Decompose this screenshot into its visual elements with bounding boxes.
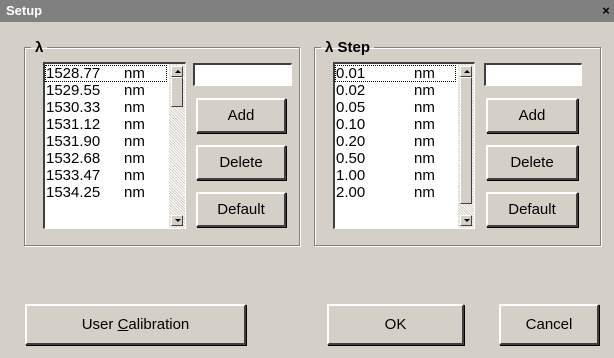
lambda-delete-button[interactable]: Delete <box>196 145 286 180</box>
lambda-default-button[interactable]: Default <box>196 192 286 227</box>
list-item-unit: nm <box>124 82 145 99</box>
step-scroll-thumb[interactable] <box>460 77 472 204</box>
lambda-scroll-thumb[interactable] <box>171 77 183 107</box>
list-item-value: 1531.90 <box>46 133 101 150</box>
list-item-unit: nm <box>414 167 435 184</box>
list-item-value: 1533.47 <box>46 167 101 184</box>
list-item-unit: nm <box>414 116 435 133</box>
list-item-value: 0.01 <box>336 65 366 82</box>
list-item[interactable]: 1534.25 nm <box>45 184 167 201</box>
list-item[interactable]: 1530.33 nm <box>45 99 167 116</box>
list-item[interactable]: 0.50 nm <box>335 150 456 167</box>
list-item[interactable]: 1531.12 nm <box>45 116 167 133</box>
list-item-value: 0.50 <box>336 150 366 167</box>
list-item-unit: nm <box>414 133 435 150</box>
lambda-input[interactable] <box>193 63 292 86</box>
list-item-value: 1.00 <box>336 167 366 184</box>
list-item-unit: nm <box>414 184 435 201</box>
scroll-up-icon[interactable] <box>171 66 183 77</box>
step-list-items: 0.01 nm 0.02 nm 0.05 nm 0.10 nm 0.20 nm 0.50 nm 1.00… <box>335 64 456 228</box>
step-default-button[interactable]: Default <box>486 192 578 227</box>
list-item[interactable]: 1528.77 nm <box>45 65 167 82</box>
list-item-value: 0.02 <box>336 82 366 99</box>
list-item-unit: nm <box>124 167 145 184</box>
list-item-value: 2.00 <box>336 184 366 201</box>
lambda-group-label: λ <box>35 39 44 56</box>
list-item-value: 1534.25 <box>46 184 101 201</box>
list-item-value: 1529.55 <box>46 82 101 99</box>
user-calibration-label: User Calibration <box>81 316 190 333</box>
scroll-up-icon[interactable] <box>460 66 472 77</box>
list-item-value: 0.10 <box>336 116 366 133</box>
list-item[interactable]: 0.20 nm <box>335 133 456 150</box>
step-delete-label: Delete <box>510 154 554 171</box>
list-item[interactable]: 1529.55 nm <box>45 82 167 99</box>
scroll-down-icon[interactable] <box>171 215 183 226</box>
step-add-button[interactable]: Add <box>486 98 578 133</box>
list-item[interactable]: 0.02 nm <box>335 82 456 99</box>
list-item[interactable]: 0.05 nm <box>335 99 456 116</box>
title-bar[interactable]: Setup × <box>0 0 614 22</box>
list-item-unit: nm <box>414 82 435 99</box>
window-title: Setup <box>6 3 43 18</box>
list-item-unit: nm <box>414 150 435 167</box>
list-item-unit: nm <box>124 99 145 116</box>
step-default-label: Default <box>508 201 556 218</box>
list-item-value: 1528.77 <box>46 65 101 82</box>
list-item-unit: nm <box>414 99 435 116</box>
list-item-unit: nm <box>124 65 145 82</box>
list-item-value: 1530.33 <box>46 99 101 116</box>
step-group-label: λ Step <box>325 39 371 56</box>
list-item[interactable]: 1532.68 nm <box>45 150 167 167</box>
list-item-unit: nm <box>414 65 435 82</box>
list-item-unit: nm <box>124 150 145 167</box>
user-calibration-button[interactable]: User Calibration <box>25 304 246 345</box>
lambda-add-button[interactable]: Add <box>196 98 286 133</box>
lambda-list-items: 1528.77 nm 1529.55 nm 1530.33 nm 1531.12 nm 1531… <box>45 64 167 228</box>
step-listbox[interactable]: 0.01 nm 0.02 nm 0.05 nm 0.10 nm 0.20 nm 0.50 nm 1.00… <box>333 62 475 229</box>
step-scrollbar[interactable] <box>458 64 474 228</box>
ok-label: OK <box>384 316 407 333</box>
list-item-unit: nm <box>124 184 145 201</box>
step-add-label: Add <box>518 107 546 124</box>
lambda-default-label: Default <box>217 201 265 218</box>
list-item[interactable]: 0.10 nm <box>335 116 456 133</box>
lambda-delete-label: Delete <box>219 154 263 171</box>
lambda-add-label: Add <box>227 107 255 124</box>
list-item-value: 1532.68 <box>46 150 101 167</box>
step-input[interactable] <box>484 63 582 86</box>
list-item-value: 1531.12 <box>46 116 101 133</box>
setup-dialog: Setup × λ 1528.77 nm 1529.55 nm 1530.33 nm 153… <box>0 0 614 358</box>
list-item[interactable]: 2.00 nm <box>335 184 456 201</box>
lambda-listbox[interactable]: 1528.77 nm 1529.55 nm 1530.33 nm 1531.12 nm 1531… <box>43 62 186 229</box>
list-item-unit: nm <box>124 133 145 150</box>
list-item[interactable]: 1531.90 nm <box>45 133 167 150</box>
list-item[interactable]: 1.00 nm <box>335 167 456 184</box>
list-item-unit: nm <box>124 116 145 133</box>
close-icon[interactable]: × <box>599 3 613 18</box>
list-item-value: 0.05 <box>336 99 366 116</box>
lambda-scrollbar[interactable] <box>169 64 185 228</box>
cancel-button[interactable]: Cancel <box>499 304 599 345</box>
list-item[interactable]: 1533.47 nm <box>45 167 167 184</box>
scroll-down-icon[interactable] <box>460 215 472 226</box>
list-item-value: 0.20 <box>336 133 366 150</box>
ok-button[interactable]: OK <box>327 304 464 345</box>
cancel-label: Cancel <box>525 316 573 333</box>
list-item[interactable]: 0.01 nm <box>335 65 456 82</box>
step-delete-button[interactable]: Delete <box>486 145 578 180</box>
